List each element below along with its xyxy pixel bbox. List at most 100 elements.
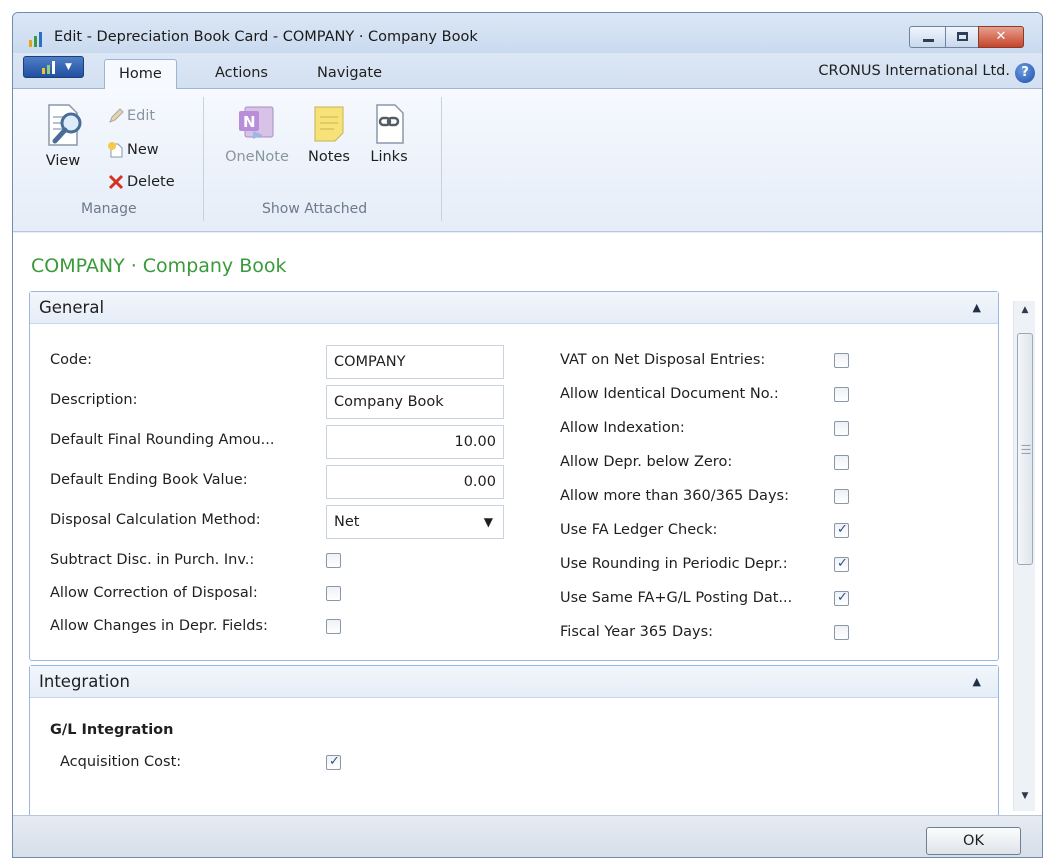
tab-home[interactable]: Home: [104, 59, 177, 89]
depreciation-book-card-window: Edit - Depreciation Book Card - COMPANY …: [12, 12, 1043, 858]
scroll-up-icon[interactable]: ▲: [1014, 305, 1036, 315]
minimize-button[interactable]: [909, 26, 946, 48]
chevron-up-icon[interactable]: ▲: [973, 301, 981, 314]
ribbon-tab-bar: ▼ Home Actions Navigate CRONUS Internati…: [13, 53, 1042, 89]
scrollbar-thumb[interactable]: — — —: [1017, 333, 1033, 565]
default-final-rounding-field[interactable]: 10.00: [326, 425, 504, 459]
field-label-default-ending-book-value: Default Ending Book Value:: [50, 472, 248, 488]
allow-correction-of-disposal-checkbox[interactable]: [326, 586, 341, 601]
field-label-allow-identical-document-no: Allow Identical Document No.:: [560, 386, 779, 402]
field-label-use-same-fa-gl-posting-date: Use Same FA+G/L Posting Dat...: [560, 590, 793, 606]
chevron-down-icon: ▼: [483, 515, 493, 529]
allow-more-than-360-days-checkbox[interactable]: [834, 489, 849, 504]
allow-indexation-checkbox[interactable]: [834, 421, 849, 436]
ribbon: View Edit New Delete Manage N OneNote No…: [13, 89, 1042, 232]
chevron-down-icon: ▼: [65, 62, 72, 72]
ok-button[interactable]: OK: [926, 827, 1021, 855]
new-button[interactable]: New: [107, 141, 159, 159]
ribbon-group-separator: [203, 97, 204, 221]
edit-label: Edit: [127, 108, 156, 124]
tab-actions[interactable]: Actions: [201, 59, 282, 89]
acquisition-cost-checkbox[interactable]: ✓: [326, 754, 341, 770]
new-document-icon: [108, 142, 123, 158]
fasttab-general: General ▲ Code: COMPANY Description: Com…: [29, 291, 999, 661]
dynamics-logo-icon: [29, 32, 42, 47]
card-content: COMPANY · Company Book General ▲ Code: C…: [13, 233, 1042, 815]
links-icon: [376, 104, 404, 144]
field-label-use-fa-ledger-check: Use FA Ledger Check:: [560, 522, 718, 538]
vat-on-net-disposal-checkbox[interactable]: [834, 353, 849, 368]
fasttab-integration-header[interactable]: Integration ▲: [30, 666, 998, 698]
links-button[interactable]: Links: [361, 101, 417, 165]
field-label-allow-indexation: Allow Indexation:: [560, 420, 685, 436]
window-title: Edit - Depreciation Book Card - COMPANY …: [54, 29, 478, 45]
fiscal-year-365-days-checkbox[interactable]: [834, 625, 849, 640]
field-label-allow-correction-of-disposal: Allow Correction of Disposal:: [50, 585, 258, 601]
fasttab-general-header[interactable]: General ▲: [30, 292, 998, 324]
pencil-icon: [109, 108, 124, 123]
allow-changes-in-depr-fields-checkbox[interactable]: [326, 619, 341, 634]
group-label-show-attached: Show Attached: [262, 201, 368, 217]
check-icon: ✓: [837, 556, 848, 571]
edit-button[interactable]: Edit: [107, 107, 155, 125]
disposal-calculation-method-select[interactable]: Net ▼: [326, 505, 504, 539]
close-button[interactable]: ✕: [978, 26, 1024, 48]
check-icon: ✓: [837, 522, 848, 537]
view-label: View: [45, 153, 81, 169]
use-fa-ledger-check-checkbox[interactable]: ✓: [834, 522, 849, 538]
help-icon[interactable]: ?: [1015, 63, 1035, 83]
check-icon: ✓: [329, 754, 340, 769]
scroll-down-icon[interactable]: ▼: [1014, 791, 1036, 801]
field-label-allow-more-than-360-days: Allow more than 360/365 Days:: [560, 488, 789, 504]
page-title: COMPANY · Company Book: [31, 255, 287, 277]
use-same-fa-gl-posting-date-checkbox[interactable]: ✓: [834, 590, 849, 606]
field-label-subtract-disc: Subtract Disc. in Purch. Inv.:: [50, 552, 255, 568]
fasttab-general-title: General: [39, 298, 105, 317]
view-icon: [48, 104, 82, 146]
view-button[interactable]: View: [35, 101, 91, 169]
default-ending-book-value-field[interactable]: 0.00: [326, 465, 504, 499]
delete-label: Delete: [127, 174, 175, 190]
onenote-button[interactable]: N OneNote: [219, 101, 295, 165]
close-icon: ✕: [995, 29, 1007, 44]
vertical-scrollbar[interactable]: ▲ — — — ▼: [1013, 301, 1035, 811]
use-rounding-in-periodic-depr-checkbox[interactable]: ✓: [834, 556, 849, 572]
group-label-manage: Manage: [81, 201, 137, 217]
check-icon: ✓: [837, 590, 848, 605]
chevron-up-icon[interactable]: ▲: [973, 675, 981, 688]
application-menu-button[interactable]: ▼: [23, 56, 84, 78]
field-label-description: Description:: [50, 392, 138, 408]
allow-depr-below-zero-checkbox[interactable]: [834, 455, 849, 470]
field-label-fiscal-year-365-days: Fiscal Year 365 Days:: [560, 624, 714, 640]
notes-icon: [314, 106, 344, 142]
company-name[interactable]: CRONUS International Ltd.: [818, 63, 1010, 79]
field-label-allow-changes-in-depr-fields: Allow Changes in Depr. Fields:: [50, 618, 268, 634]
allow-identical-document-no-checkbox[interactable]: [834, 387, 849, 402]
tab-navigate[interactable]: Navigate: [303, 59, 396, 89]
field-label-use-rounding-in-periodic-depr: Use Rounding in Periodic Depr.:: [560, 556, 788, 572]
svg-text:N: N: [243, 113, 256, 131]
dynamics-logo-icon: [42, 61, 55, 74]
field-label-disposal-calculation-method: Disposal Calculation Method:: [50, 512, 261, 528]
field-label-vat-on-net-disposal: VAT on Net Disposal Entries:: [560, 352, 766, 368]
new-label: New: [127, 142, 159, 158]
field-label-acquisition-cost: Acquisition Cost:: [60, 754, 182, 770]
field-label-code: Code:: [50, 352, 93, 368]
delete-icon: [108, 174, 124, 190]
field-label-default-final-rounding: Default Final Rounding Amou...: [50, 432, 275, 448]
onenote-icon: N: [239, 106, 274, 139]
disposal-calculation-method-value: Net: [334, 514, 360, 530]
maximize-button[interactable]: [945, 26, 979, 48]
grip-icon: — — —: [1021, 440, 1031, 459]
description-field[interactable]: Company Book: [326, 385, 504, 419]
fasttab-integration-title: Integration: [39, 672, 130, 691]
maximize-icon: [957, 32, 968, 41]
subtract-disc-checkbox[interactable]: [326, 553, 341, 568]
links-label: Links: [370, 149, 408, 165]
notes-button[interactable]: Notes: [301, 101, 357, 165]
code-field[interactable]: COMPANY: [326, 345, 504, 379]
onenote-label: OneNote: [225, 149, 289, 165]
gl-integration-heading: G/L Integration: [50, 722, 174, 738]
delete-button[interactable]: Delete: [107, 173, 175, 191]
footer-bar: OK: [13, 815, 1042, 857]
